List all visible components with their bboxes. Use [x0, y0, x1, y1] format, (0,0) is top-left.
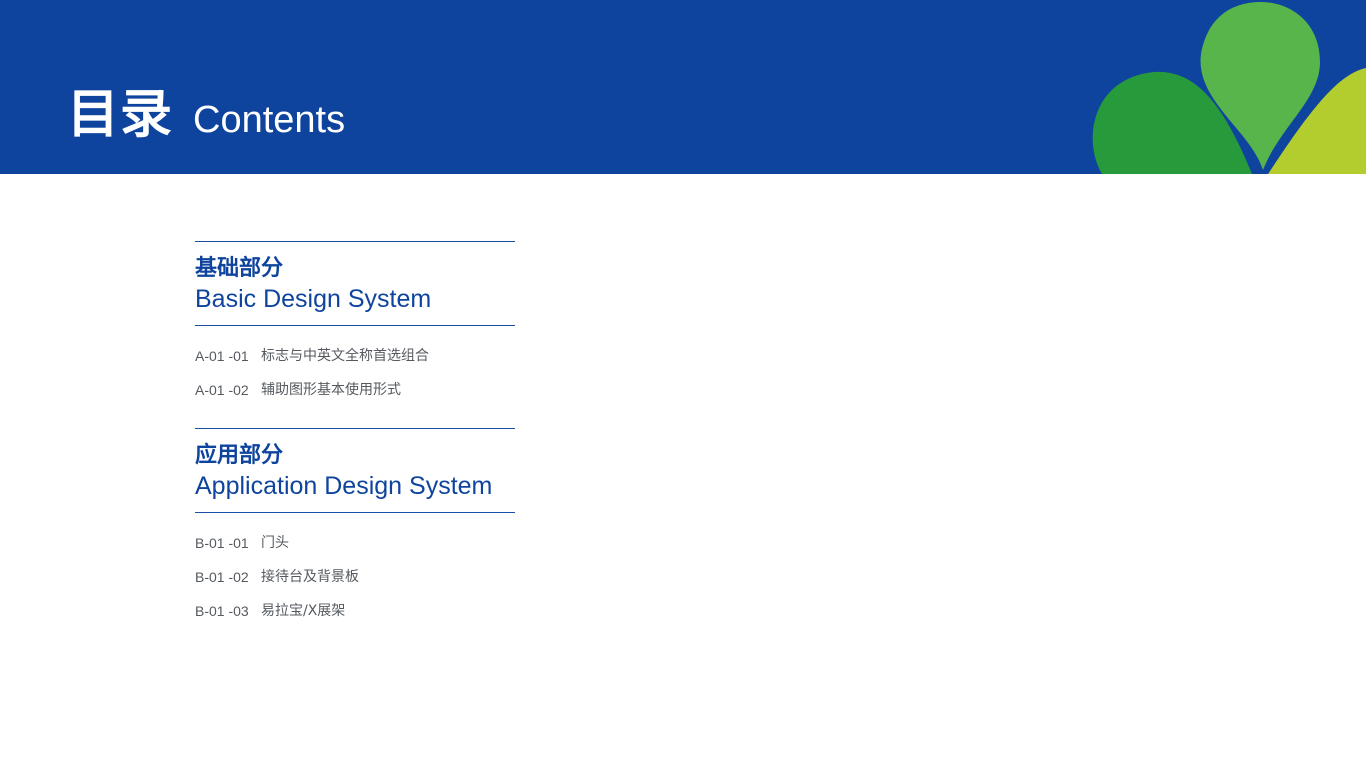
- toc-entry-text: 易拉宝/X展架: [261, 603, 346, 619]
- toc-entry-text: 标志与中英文全称首选组合: [261, 348, 429, 364]
- page-title-en: Contents: [193, 99, 346, 141]
- header-banner: 目录 Contents: [0, 0, 1366, 174]
- page-title: 目录 Contents: [67, 72, 345, 147]
- toc-entry-code: A-01 -02: [195, 382, 249, 398]
- section-heading-basic: 基础部分 Basic Design System: [195, 242, 515, 325]
- section-title-zh: 应用部分: [195, 443, 284, 468]
- section-title-en: Basic Design System: [195, 285, 432, 313]
- toc-entry-text: 辅助图形基本使用形式: [261, 382, 401, 398]
- toc-entry[interactable]: B-01 -03 易拉宝/X展架: [195, 601, 515, 635]
- toc-entry[interactable]: A-01 -02 辅助图形基本使用形式: [195, 380, 515, 414]
- table-of-contents: 基础部分 Basic Design System A-01 -01 标志与中英文…: [195, 241, 515, 649]
- toc-entry-text: 接待台及背景板: [261, 569, 359, 585]
- section-title-en: Application Design System: [195, 472, 493, 500]
- leaf-petals-decoration: [1092, 2, 1366, 174]
- toc-page: 目录 Contents 基础部分 Basic Design System A-0…: [0, 0, 1366, 768]
- toc-entry-text: 门头: [261, 535, 289, 551]
- section-items-application: B-01 -01 门头 B-01 -02 接待台及背景板 B-01 -03 易拉…: [195, 513, 515, 649]
- section-items-basic: A-01 -01 标志与中英文全称首选组合 A-01 -02 辅助图形基本使用形…: [195, 326, 515, 428]
- toc-entry[interactable]: B-01 -01 门头: [195, 533, 515, 567]
- toc-entry-code: B-01 -02: [195, 569, 249, 585]
- section-title-zh: 基础部分: [195, 256, 284, 281]
- toc-entry[interactable]: A-01 -01 标志与中英文全称首选组合: [195, 346, 515, 380]
- page-title-zh: 目录: [67, 85, 174, 145]
- toc-entry[interactable]: B-01 -02 接待台及背景板: [195, 567, 515, 601]
- section-heading-application: 应用部分 Application Design System: [195, 429, 515, 512]
- toc-entry-code: A-01 -01: [195, 348, 249, 364]
- toc-entry-code: B-01 -03: [195, 603, 249, 619]
- toc-entry-code: B-01 -01: [195, 535, 249, 551]
